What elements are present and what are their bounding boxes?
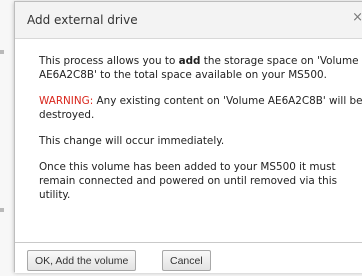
intro-text-start: This process allows you to (39, 55, 179, 67)
connected-paragraph: Once this volume has been added to your … (39, 161, 338, 201)
cancel-button[interactable]: Cancel (162, 250, 211, 271)
dialog-body: This process allows you to add the stora… (39, 54, 362, 214)
background-mark (0, 50, 4, 54)
dialog-title: Add external drive (27, 13, 138, 27)
close-icon[interactable]: × (352, 11, 362, 24)
ok-add-volume-button[interactable]: OK, Add the volume (27, 250, 137, 271)
add-external-drive-dialog: Add external drive × This process allows… (14, 1, 362, 273)
background-mark (0, 208, 4, 212)
warning-paragraph: WARNING: Any existing content on 'Volume… (39, 94, 362, 122)
warning-label: WARNING: (39, 95, 94, 107)
intro-bold-word: add (178, 55, 201, 67)
dialog-footer: OK, Add the volume Cancel (15, 242, 362, 273)
dialog-titlebar: Add external drive × (15, 2, 362, 39)
intro-paragraph: This process allows you to add the stora… (39, 54, 362, 82)
immediate-paragraph: This change will occur immediately. (39, 135, 225, 147)
